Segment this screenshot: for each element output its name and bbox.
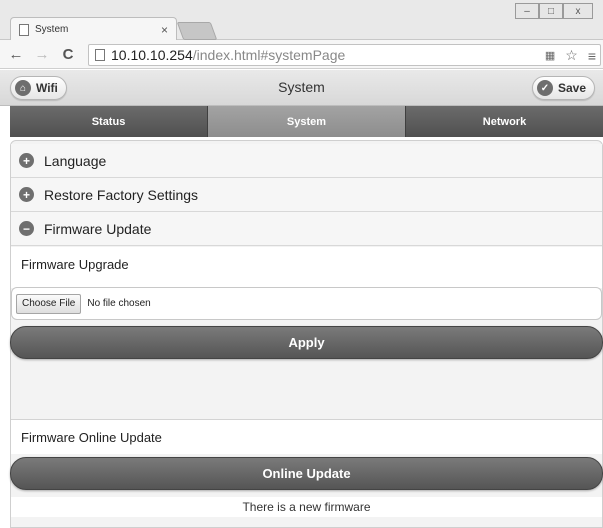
- window-controls: – □ x: [515, 3, 593, 19]
- tab-status[interactable]: Status: [10, 106, 208, 137]
- maximize-button[interactable]: □: [539, 3, 563, 19]
- app-header: ⌂ Wifi System ✓ Save: [0, 70, 603, 106]
- omnibox-icons: ▦ ☆ ≡: [545, 47, 596, 64]
- star-icon[interactable]: ☆: [565, 47, 578, 64]
- accordion-label: Firmware Update: [44, 220, 152, 237]
- browser-tab[interactable]: System ×: [10, 17, 177, 41]
- url-host: 10.10.10.254: [111, 47, 193, 63]
- check-icon: ✓: [536, 80, 553, 96]
- accordion-label: Restore Factory Settings: [44, 186, 199, 203]
- minimize-button[interactable]: –: [515, 3, 539, 19]
- navbar: Status System Network: [10, 106, 603, 137]
- online-update-title: Firmware Online Update: [11, 420, 602, 454]
- firmware-status-text: There is a new firmware: [11, 497, 602, 517]
- accordion-firmware[interactable]: − Firmware Update: [11, 212, 602, 246]
- save-button-label: Save: [557, 81, 586, 95]
- minus-icon: −: [19, 221, 34, 236]
- save-button[interactable]: ✓ Save: [531, 76, 595, 100]
- accordion-restore[interactable]: + Restore Factory Settings: [11, 178, 602, 212]
- menu-icon[interactable]: ≡: [588, 48, 596, 64]
- plus-icon: +: [19, 153, 34, 168]
- translate-icon[interactable]: ▦: [545, 49, 555, 62]
- page-title: System: [278, 79, 325, 95]
- page-icon: [95, 49, 105, 61]
- online-update-button[interactable]: Online Update: [10, 457, 603, 490]
- browser-titlebar: System × – □ x: [0, 0, 603, 41]
- file-status: No file chosen: [87, 298, 151, 309]
- page-icon: [19, 23, 29, 36]
- accordion-language[interactable]: + Language: [11, 144, 602, 178]
- tab-system[interactable]: System: [208, 106, 406, 137]
- url-path: /index.html#systemPage: [192, 47, 346, 63]
- choose-file-button[interactable]: Choose File: [16, 293, 82, 314]
- reload-icon[interactable]: C: [58, 46, 78, 63]
- browser-toolbar: ← → C 10.10.10.254/index.html#systemPage…: [0, 40, 603, 69]
- plus-icon: +: [19, 187, 34, 202]
- close-window-button[interactable]: x: [563, 3, 593, 19]
- new-tab-button[interactable]: [176, 22, 218, 40]
- accordion-label: Language: [44, 152, 107, 169]
- tab-close-icon[interactable]: ×: [161, 23, 168, 37]
- tab-title: System: [35, 24, 69, 35]
- forward-arrow-icon[interactable]: →: [32, 46, 52, 63]
- tab-network[interactable]: Network: [406, 106, 603, 137]
- back-arrow-icon[interactable]: ←: [6, 46, 26, 63]
- apply-button[interactable]: Apply: [10, 326, 603, 359]
- main-content: + Language + Restore Factory Settings − …: [10, 140, 603, 528]
- file-input[interactable]: Choose File No file chosen: [11, 287, 602, 320]
- url-text: 10.10.10.254/index.html#systemPage: [111, 47, 345, 63]
- firmware-upgrade-title: Firmware Upgrade: [11, 247, 602, 281]
- address-bar[interactable]: 10.10.10.254/index.html#systemPage ▦ ☆ ≡: [88, 44, 601, 66]
